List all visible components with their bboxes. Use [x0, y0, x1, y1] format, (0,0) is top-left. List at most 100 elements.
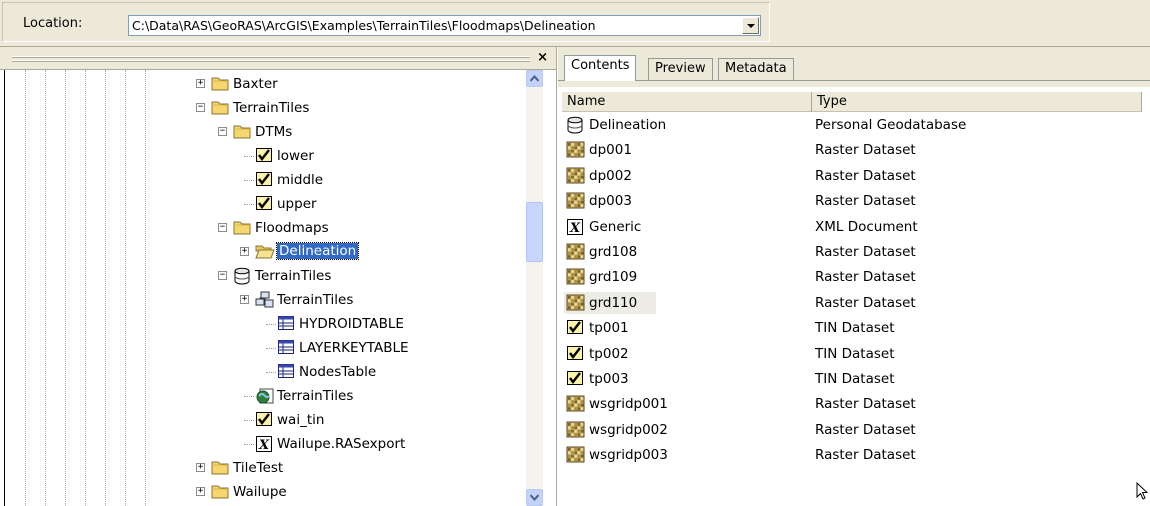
list-item[interactable]: Delineation Personal Geodatabase	[562, 113, 1146, 138]
scroll-thumb[interactable]	[526, 202, 543, 262]
tree-pane-title-bar[interactable]: ×	[0, 47, 556, 70]
list-item[interactable]: tp003 TIN Dataset	[562, 367, 1146, 392]
tree-node-label[interactable]: TerrainTiles	[255, 268, 331, 284]
item-name[interactable]: dp001	[589, 142, 632, 158]
tree-node-label[interactable]: TileTest	[233, 460, 283, 476]
list-item[interactable]: grd110 Raster Dataset	[562, 291, 1146, 316]
expand-icon[interactable]: +	[240, 247, 249, 256]
collapse-icon[interactable]: −	[218, 223, 227, 232]
location-label: Location:	[23, 16, 83, 31]
list-item[interactable]: wsgridp003 Raster Dataset	[562, 443, 1146, 468]
tree-node[interactable]: X Wailupe.RASexport	[5, 433, 525, 455]
tree-connector	[266, 372, 276, 373]
raster-icon	[566, 243, 586, 261]
item-name[interactable]: dp003	[589, 193, 632, 209]
tab-preview[interactable]: Preview	[648, 58, 713, 80]
scroll-up-button[interactable]	[526, 70, 543, 87]
list-item[interactable]: grd109 Raster Dataset	[562, 265, 1146, 290]
column-header-name[interactable]: Name	[562, 92, 812, 112]
expand-icon[interactable]: +	[196, 487, 205, 496]
tree-node[interactable]: + Wailupe	[5, 481, 525, 503]
tree-node-label[interactable]: Floodmaps	[255, 220, 329, 236]
item-name[interactable]: wsgridp003	[589, 447, 668, 463]
expand-icon[interactable]: +	[196, 79, 205, 88]
list-item[interactable]: wsgridp001 Raster Dataset	[562, 392, 1146, 417]
tree-node[interactable]: wai_tin	[5, 409, 525, 431]
column-header-type[interactable]: Type	[812, 92, 1142, 112]
item-name[interactable]: tp001	[589, 320, 629, 336]
view-tabs: Contents Preview Metadata	[558, 47, 1150, 87]
tree-node[interactable]: − DTMs	[5, 121, 525, 143]
tree-node-label[interactable]: Wailupe.RASexport	[277, 436, 405, 452]
list-item[interactable]: dp001 Raster Dataset	[562, 138, 1146, 163]
list-item[interactable]: X Generic XML Document	[562, 215, 1146, 240]
list-item[interactable]: wsgridp002 Raster Dataset	[562, 418, 1146, 443]
list-item[interactable]: grd108 Raster Dataset	[562, 240, 1146, 265]
tree-node[interactable]: LAYERKEYTABLE	[5, 337, 525, 359]
tree-node[interactable]: TerrainTiles	[5, 385, 525, 407]
item-name[interactable]: Generic	[589, 219, 641, 235]
contents-list: Name Type Delineation Personal Geodatabas…	[562, 87, 1146, 506]
tree-node[interactable]: middle	[5, 169, 525, 191]
tree-node-label[interactable]: NodesTable	[299, 364, 376, 380]
expand-icon[interactable]: +	[196, 463, 205, 472]
tree-node[interactable]: HYDROIDTABLE	[5, 313, 525, 335]
tree-node-label[interactable]: TerrainTiles	[277, 292, 353, 308]
tree-node[interactable]: + TerrainTiles	[5, 289, 525, 311]
tree-node-label[interactable]: upper	[277, 196, 317, 212]
item-name[interactable]: tp002	[589, 346, 629, 362]
tree-node-label[interactable]: lower	[277, 148, 314, 164]
tree-node[interactable]: NodesTable	[5, 361, 525, 383]
tree-connector	[244, 180, 254, 181]
tree-node-label[interactable]: Wailupe	[233, 484, 287, 500]
location-path-value[interactable]: C:\Data\RAS\GeoRAS\ArcGIS\Examples\Terra…	[132, 18, 596, 33]
tree-node-label[interactable]: TerrainTiles	[277, 388, 353, 404]
item-name[interactable]: Delineation	[589, 117, 666, 133]
list-item[interactable]: dp002 Raster Dataset	[562, 164, 1146, 189]
location-combobox[interactable]: C:\Data\RAS\GeoRAS\ArcGIS\Examples\Terra…	[128, 15, 761, 36]
collapse-icon[interactable]: −	[196, 103, 205, 112]
tree-connector	[266, 348, 276, 349]
tree-node[interactable]: − TerrainTiles	[5, 265, 525, 287]
item-name[interactable]: tp003	[589, 371, 629, 387]
tree-node-label[interactable]: TerrainTiles	[233, 100, 309, 116]
item-name[interactable]: grd110	[589, 295, 637, 311]
tree-node[interactable]: upper	[5, 193, 525, 215]
item-name[interactable]: wsgridp002	[589, 422, 668, 438]
tree-node-label[interactable]: LAYERKEYTABLE	[299, 340, 409, 356]
tree-node[interactable]: lower	[5, 145, 525, 167]
tin-icon	[255, 195, 273, 211]
tree-node-label[interactable]: DTMs	[255, 124, 292, 140]
tab-contents[interactable]: Contents	[564, 55, 637, 81]
tree-node[interactable]: + Delineation	[5, 241, 525, 263]
tree-node-label[interactable]: HYDROIDTABLE	[299, 316, 404, 332]
tree-node-label[interactable]: middle	[277, 172, 323, 188]
collapse-icon[interactable]: −	[218, 271, 227, 280]
tree-node[interactable]: − Floodmaps	[5, 217, 525, 239]
tree-connector	[244, 156, 254, 157]
list-item[interactable]: dp003 Raster Dataset	[562, 189, 1146, 214]
folder-icon	[211, 483, 229, 499]
tree-node-label[interactable]: Baxter	[233, 76, 278, 92]
tree-node-label[interactable]: Delineation	[275, 242, 360, 260]
item-name[interactable]: grd108	[589, 244, 637, 260]
contents-pane: Contents Preview Metadata Name Type Deli…	[558, 47, 1150, 506]
item-name[interactable]: wsgridp001	[589, 396, 668, 412]
scroll-down-button[interactable]	[526, 489, 543, 506]
list-item[interactable]: tp002 TIN Dataset	[562, 342, 1146, 367]
item-name[interactable]: grd109	[589, 269, 637, 285]
item-name[interactable]: dp002	[589, 168, 632, 184]
tree-node[interactable]: + Baxter	[5, 73, 525, 95]
expand-icon[interactable]: +	[240, 295, 249, 304]
tree-vertical-scrollbar[interactable]	[526, 70, 543, 506]
close-icon[interactable]: ×	[537, 50, 548, 65]
tab-metadata[interactable]: Metadata	[718, 58, 794, 80]
collapse-icon[interactable]: −	[218, 127, 227, 136]
tree-node[interactable]: − TerrainTiles	[5, 97, 525, 119]
tree-node-label[interactable]: wai_tin	[277, 412, 324, 428]
tree-node[interactable]: + TileTest	[5, 457, 525, 479]
chevron-down-icon[interactable]	[742, 17, 759, 34]
chevron-down-icon	[530, 494, 539, 501]
catalog-tree-pane: × + Baxter − TerrainTiles − DTMs lower middle up…	[0, 47, 557, 506]
list-item[interactable]: tp001 TIN Dataset	[562, 316, 1146, 341]
